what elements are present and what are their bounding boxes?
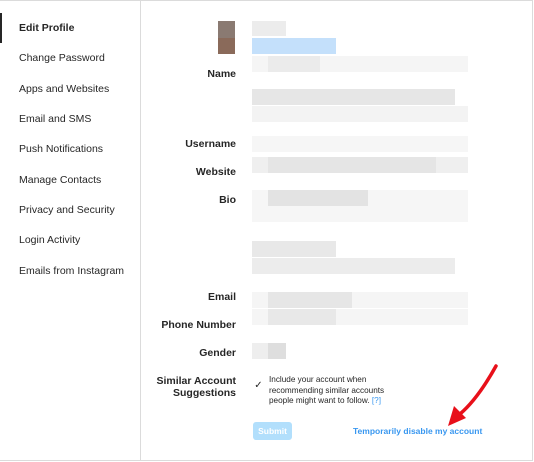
suggestions-help-link[interactable]: [?]	[372, 396, 381, 405]
sidebar-item-login-activity[interactable]: Login Activity	[0, 225, 140, 255]
suggestions-description: Include your account when recommending s…	[269, 375, 404, 407]
redacted-username-text	[252, 21, 286, 36]
redacted-phone-value	[268, 309, 336, 325]
redacted-name-help-text-line2	[252, 106, 468, 122]
sidebar-item-apps-and-websites[interactable]: Apps and Websites	[0, 74, 140, 104]
username-input[interactable]	[252, 136, 468, 152]
name-label: Name	[207, 68, 236, 80]
avatar[interactable]	[218, 21, 235, 54]
redacted-name-value	[268, 56, 320, 72]
redacted-gender-value	[268, 343, 286, 359]
website-label: Website	[195, 166, 236, 178]
sidebar-item-privacy-and-security[interactable]: Privacy and Security	[0, 195, 140, 225]
phone-number-label: Phone Number	[161, 319, 236, 331]
sidebar-item-email-and-sms[interactable]: Email and SMS	[0, 104, 140, 134]
suggestions-label-line2: Suggestions	[172, 387, 236, 399]
redacted-bio-value	[268, 190, 368, 206]
gender-label: Gender	[199, 347, 236, 359]
annotation-arrow-icon	[448, 364, 498, 426]
username-label: Username	[185, 138, 236, 150]
sidebar-item-push-notifications[interactable]: Push Notifications	[0, 134, 140, 164]
change-profile-photo-link[interactable]	[252, 38, 336, 54]
redacted-personal-info-text	[252, 258, 455, 274]
email-label: Email	[207, 291, 236, 303]
redacted-email-value	[268, 292, 352, 308]
redacted-name-help-text	[252, 89, 455, 105]
redacted-personal-info-heading	[252, 241, 336, 257]
suggestions-checkbox[interactable]: ✓	[254, 381, 263, 391]
redacted-website-value	[268, 157, 436, 173]
suggestions-text: Include your account when recommending s…	[269, 375, 385, 405]
similar-account-suggestions-label: Similar Account Suggestions	[156, 375, 236, 399]
sidebar-item-emails-from-instagram[interactable]: Emails from Instagram	[0, 256, 140, 286]
sidebar-item-manage-contacts[interactable]: Manage Contacts	[0, 165, 140, 195]
settings-sidebar: Edit Profile Change Password Apps and We…	[0, 1, 141, 460]
bio-label: Bio	[219, 194, 236, 206]
suggestions-label-line1: Similar Account	[156, 375, 236, 387]
sidebar-item-edit-profile[interactable]: Edit Profile	[0, 13, 140, 43]
sidebar-item-change-password[interactable]: Change Password	[0, 43, 140, 73]
submit-button[interactable]: Submit	[253, 422, 292, 440]
